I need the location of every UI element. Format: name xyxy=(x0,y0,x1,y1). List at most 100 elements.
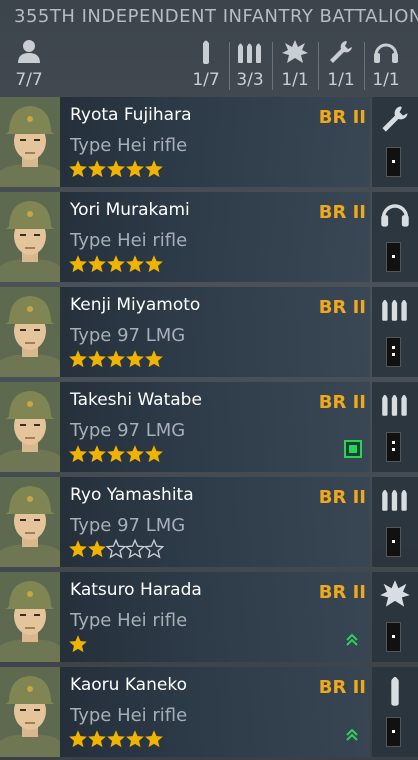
soldier-portrait xyxy=(0,477,60,567)
soldier-role-panel xyxy=(372,287,418,377)
soldier-card[interactable]: Takeshi Watabe Type 97 LMG BR II xyxy=(0,382,370,472)
battle-rating-label: BR II xyxy=(318,487,366,508)
soldier-name: Yori Murakami xyxy=(70,200,190,220)
soldier-weapon: Type Hei rifle xyxy=(70,705,188,726)
soldier-weapon: Type 97 LMG xyxy=(70,420,186,441)
battle-rating-label: BR II xyxy=(318,297,366,318)
soldier-role-panel xyxy=(372,667,418,757)
stat-count: 1/1 xyxy=(281,70,309,90)
chevron-up-icon xyxy=(346,632,358,651)
green-square-icon xyxy=(344,440,362,458)
soldier-card[interactable]: Yori Murakami Type Hei rifle BR II xyxy=(0,192,370,282)
star-filled-icon xyxy=(106,730,125,753)
soldier-name: Kenji Miyamoto xyxy=(70,295,201,315)
stat-count: 1/1 xyxy=(327,70,355,90)
soldier-portrait xyxy=(0,572,60,662)
stat-radio: 1/1 xyxy=(366,34,406,92)
soldier-rating-stars xyxy=(68,444,163,466)
headset-icon xyxy=(379,198,411,234)
chevron-up-icon xyxy=(346,727,358,746)
soldier-name: Ryo Yamashita xyxy=(70,485,194,505)
soldier-rating-stars xyxy=(68,539,164,563)
star-filled-icon xyxy=(87,730,106,753)
star-filled-icon xyxy=(68,635,87,658)
star-filled-icon xyxy=(106,255,125,278)
soldier-portrait xyxy=(0,382,60,472)
soldier-rating-stars xyxy=(68,729,163,751)
soldier-name: Kaoru Kaneko xyxy=(70,675,187,695)
stat-count: 7/7 xyxy=(15,70,43,90)
star-filled-icon xyxy=(125,255,144,278)
star-filled-icon xyxy=(87,255,106,278)
rank-insignia xyxy=(386,147,401,177)
explosion-icon xyxy=(282,40,308,63)
stat-divider xyxy=(272,42,273,90)
soldier-portrait xyxy=(0,287,60,377)
star-filled-icon xyxy=(87,160,106,183)
headset-icon xyxy=(374,43,398,63)
star-filled-icon xyxy=(144,255,163,278)
soldier-name: Katsuro Harada xyxy=(70,580,202,600)
soldier-role-panel xyxy=(372,97,418,187)
stat-count: 1/7 xyxy=(192,70,220,90)
mg-ammo-icon xyxy=(379,293,411,329)
soldier-icon xyxy=(18,40,40,63)
soldier-role-panel xyxy=(372,382,418,472)
star-filled-icon xyxy=(68,160,87,183)
battalion-title: 355TH INDEPENDENT INFANTRY BATTALION xyxy=(14,6,418,27)
mg-ammo-icon xyxy=(379,388,411,424)
wrench-icon xyxy=(379,103,411,139)
soldier-portrait xyxy=(0,97,60,187)
star-filled-icon xyxy=(106,445,125,468)
star-filled-icon xyxy=(125,730,144,753)
soldier-role-panel xyxy=(372,192,418,282)
star-filled-icon xyxy=(68,540,87,563)
star-empty-icon xyxy=(106,539,126,563)
soldier-rating-stars xyxy=(68,634,87,656)
star-filled-icon xyxy=(125,160,144,183)
soldier-rating-stars xyxy=(68,159,163,181)
stat-count: 1/1 xyxy=(372,70,400,90)
soldier-role-panel xyxy=(372,572,418,662)
mg-ammo-icon xyxy=(379,483,411,519)
star-filled-icon xyxy=(87,350,106,373)
star-filled-icon xyxy=(68,730,87,753)
soldier-card[interactable]: Kenji Miyamoto Type 97 LMG BR II xyxy=(0,287,370,377)
star-filled-icon xyxy=(68,445,87,468)
rank-insignia xyxy=(386,337,401,367)
battle-rating-label: BR II xyxy=(318,202,366,223)
soldier-card[interactable]: Ryota Fujihara Type Hei rifle BR II xyxy=(0,97,370,187)
soldier-card[interactable]: Ryo Yamashita Type 97 LMG BR II xyxy=(0,477,370,567)
soldier-card[interactable]: Kaoru Kaneko Type Hei rifle BR II xyxy=(0,667,370,757)
star-filled-icon xyxy=(106,160,125,183)
soldier-role-panel xyxy=(372,477,418,567)
star-filled-icon xyxy=(68,255,87,278)
star-filled-icon xyxy=(106,350,125,373)
rank-insignia xyxy=(386,527,401,557)
soldier-name: Ryota Fujihara xyxy=(70,105,192,125)
soldier-rating-stars xyxy=(68,349,163,371)
rifle-ammo-icon xyxy=(203,40,209,64)
soldier-rating-stars xyxy=(68,254,163,276)
star-filled-icon xyxy=(144,350,163,373)
soldier-weapon: Type Hei rifle xyxy=(70,135,188,156)
star-filled-icon xyxy=(144,160,163,183)
stat-soldiers: 7/7 xyxy=(6,34,52,92)
mg-ammo-icon xyxy=(238,43,261,63)
rank-insignia xyxy=(386,622,401,652)
soldier-card[interactable]: Katsuro Harada Type Hei rifle BR II xyxy=(0,572,370,662)
star-filled-icon xyxy=(125,350,144,373)
star-empty-icon xyxy=(125,539,145,563)
stat-count: 3/3 xyxy=(236,70,264,90)
soldier-weapon: Type Hei rifle xyxy=(70,610,188,631)
rank-insignia xyxy=(386,432,401,462)
star-filled-icon xyxy=(144,730,163,753)
rank-insignia xyxy=(386,717,401,747)
rifle-ammo-icon xyxy=(379,673,411,713)
star-filled-icon xyxy=(68,350,87,373)
soldier-weapon: Type 97 LMG xyxy=(70,515,186,536)
stat-divider xyxy=(318,42,319,90)
soldier-weapon: Type Hei rifle xyxy=(70,230,188,251)
battle-rating-label: BR II xyxy=(318,107,366,128)
explosion-icon xyxy=(379,578,411,614)
